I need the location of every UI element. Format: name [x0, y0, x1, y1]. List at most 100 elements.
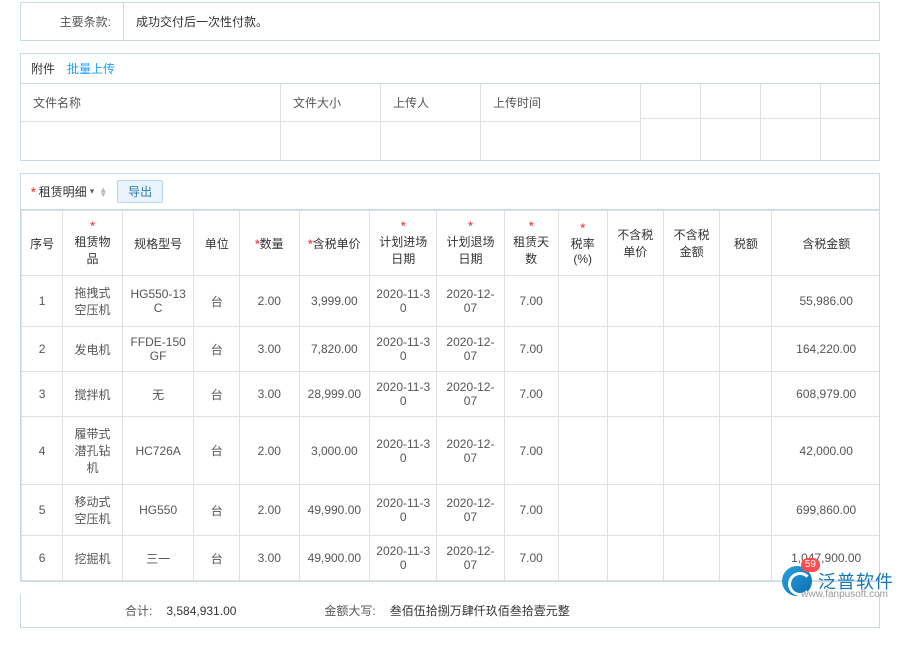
cell-in: 2020-11-30: [370, 536, 437, 581]
cell-spec: 三一: [122, 536, 194, 581]
cell-seq: 5: [22, 485, 63, 536]
cell-price: 7,820.00: [299, 327, 369, 372]
cell-spec: HC726A: [122, 417, 194, 485]
cell-rate: [558, 372, 607, 417]
table-row[interactable]: 4履带式潜孔钻机HC726A台2.003,000.002020-11-30202…: [22, 417, 880, 485]
cell-rate: [558, 327, 607, 372]
th-amount[interactable]: 含税金额: [772, 211, 879, 276]
detail-grid: 序号 *租赁物品 规格型号 单位 *数量 *含税单价 *计划进场日期 *计划退场…: [21, 210, 879, 581]
brand-url: www.fanpusoft.com: [801, 589, 888, 600]
summary-bar: 合计: 3,584,931.00 金额大写: 叁佰伍拾捌万肆仟玖佰叁拾壹元整: [20, 594, 880, 628]
attach-th-user: 上传人: [381, 84, 480, 122]
cell-tax: [720, 536, 772, 581]
cell-in: 2020-11-30: [370, 417, 437, 485]
sort-icon[interactable]: ▲▼: [99, 187, 107, 197]
th-spec[interactable]: 规格型号: [122, 211, 194, 276]
table-row[interactable]: 1拖拽式空压机HG550-13C台2.003,999.002020-11-302…: [22, 276, 880, 327]
cell-item: 挖掘机: [63, 536, 123, 581]
detail-title[interactable]: * 租赁明细 ▾ ▲▼: [31, 183, 107, 200]
cell-tax: [720, 372, 772, 417]
cell-nta: [663, 417, 719, 485]
attach-th-name: 文件名称: [21, 84, 280, 122]
cell-ntp: [607, 276, 663, 327]
cell-price: 3,000.00: [299, 417, 369, 485]
th-tax-amount[interactable]: 税额: [720, 211, 772, 276]
cell-days: 7.00: [504, 372, 558, 417]
cell-rate: [558, 536, 607, 581]
cell-amt: 699,860.00: [772, 485, 879, 536]
notification-badge: 59: [801, 558, 820, 572]
cell-unit: 台: [194, 276, 240, 327]
cell-qty: 3.00: [239, 536, 299, 581]
cell-in: 2020-11-30: [370, 276, 437, 327]
terms-value: 成功交付后一次性付款。: [123, 3, 879, 40]
cell-amt: 42,000.00: [772, 417, 879, 485]
th-days[interactable]: *租赁天数: [504, 211, 558, 276]
cell-out: 2020-12-07: [437, 372, 504, 417]
th-seq[interactable]: 序号: [22, 211, 63, 276]
cell-tax: [720, 417, 772, 485]
th-out-date[interactable]: *计划退场日期: [437, 211, 504, 276]
cell-amt: 164,220.00: [772, 327, 879, 372]
cell-days: 7.00: [504, 536, 558, 581]
cell-item: 发电机: [63, 327, 123, 372]
cell-qty: 2.00: [239, 485, 299, 536]
grid-header-row: 序号 *租赁物品 规格型号 单位 *数量 *含税单价 *计划进场日期 *计划退场…: [22, 211, 880, 276]
cell-item: 搅拌机: [63, 372, 123, 417]
cell-spec: 无: [122, 372, 194, 417]
th-qty[interactable]: *数量: [239, 211, 299, 276]
cell-ntp: [607, 417, 663, 485]
cell-out: 2020-12-07: [437, 536, 504, 581]
th-no-tax-price[interactable]: 不含税单价: [607, 211, 663, 276]
th-unit[interactable]: 单位: [194, 211, 240, 276]
th-in-date[interactable]: *计划进场日期: [370, 211, 437, 276]
th-no-tax-amount[interactable]: 不含税金额: [663, 211, 719, 276]
cell-spec: FFDE-150GF: [122, 327, 194, 372]
cell-unit: 台: [194, 485, 240, 536]
th-tax-rate[interactable]: *税率(%): [558, 211, 607, 276]
cell-days: 7.00: [504, 417, 558, 485]
cell-qty: 3.00: [239, 372, 299, 417]
attachments-table: 文件名称 文件大小 上传人 上传时间: [21, 84, 879, 160]
cell-seq: 4: [22, 417, 63, 485]
th-item[interactable]: *租赁物品: [63, 211, 123, 276]
cell-in: 2020-11-30: [370, 485, 437, 536]
attach-cell-empty: [21, 122, 280, 160]
cell-qty: 2.00: [239, 276, 299, 327]
cn-amount-value: 叁佰伍拾捌万肆仟玖佰叁拾壹元整: [390, 602, 570, 619]
terms-panel: 主要条款: 成功交付后一次性付款。: [20, 2, 880, 41]
cell-days: 7.00: [504, 276, 558, 327]
export-button[interactable]: 导出: [117, 180, 163, 203]
attach-th-size: 文件大小: [281, 84, 380, 122]
cell-unit: 台: [194, 417, 240, 485]
cell-amt: 55,986.00: [772, 276, 879, 327]
cell-seq: 2: [22, 327, 63, 372]
cell-tax: [720, 327, 772, 372]
cell-nta: [663, 485, 719, 536]
attachments-panel: 附件 批量上传 文件名称 文件大小 上传人 上传时间: [20, 53, 880, 161]
cell-out: 2020-12-07: [437, 276, 504, 327]
cell-ntp: [607, 327, 663, 372]
cell-rate: [558, 276, 607, 327]
cell-unit: 台: [194, 327, 240, 372]
table-row[interactable]: 6挖掘机三一台3.0049,900.002020-11-302020-12-07…: [22, 536, 880, 581]
total-value: 3,584,931.00: [166, 604, 236, 618]
table-row[interactable]: 2发电机FFDE-150GF台3.007,820.002020-11-30202…: [22, 327, 880, 372]
cell-nta: [663, 327, 719, 372]
attachments-title: 附件: [31, 60, 55, 77]
cell-in: 2020-11-30: [370, 327, 437, 372]
cell-in: 2020-11-30: [370, 372, 437, 417]
batch-upload-link[interactable]: 批量上传: [67, 60, 115, 77]
required-star-icon: *: [31, 185, 36, 199]
cell-rate: [558, 417, 607, 485]
th-price[interactable]: *含税单价: [299, 211, 369, 276]
cell-seq: 1: [22, 276, 63, 327]
terms-label: 主要条款:: [21, 3, 123, 40]
cell-tax: [720, 276, 772, 327]
table-row[interactable]: 3搅拌机无台3.0028,999.002020-11-302020-12-077…: [22, 372, 880, 417]
cell-item: 移动式空压机: [63, 485, 123, 536]
table-row[interactable]: 5移动式空压机HG550台2.0049,990.002020-11-302020…: [22, 485, 880, 536]
caret-down-icon: ▾: [90, 186, 95, 197]
cell-price: 49,900.00: [299, 536, 369, 581]
cell-seq: 3: [22, 372, 63, 417]
